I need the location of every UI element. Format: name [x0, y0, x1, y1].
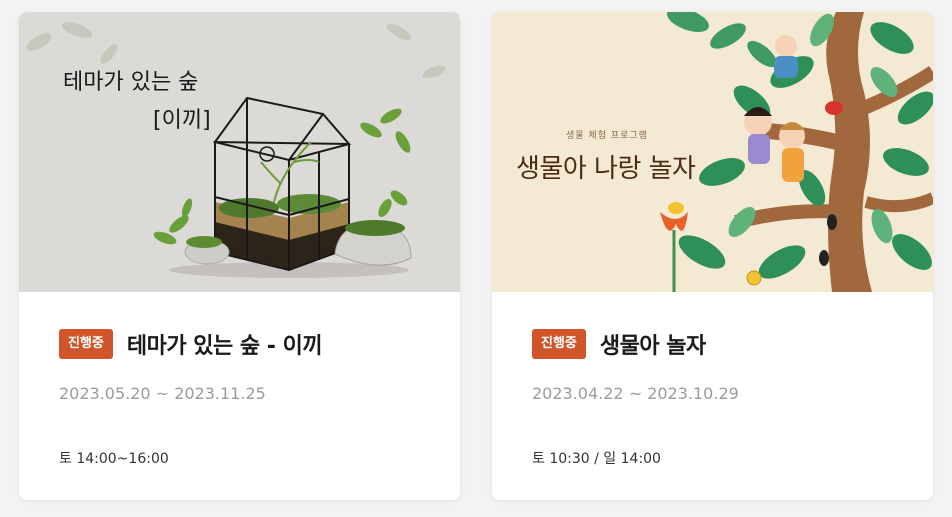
card-title[interactable]: 생물아 놀자: [600, 328, 706, 360]
program-card-moss[interactable]: 테마가 있는 숲 [이끼] 진행중 테마가 있는 숲 - 이끼 2023.05.…: [19, 12, 460, 500]
program-card-creatures[interactable]: 생물 체험 프로그램 생물아 나랑 놀자 진행중 생물아 놀자 2023.04.…: [492, 12, 933, 500]
card-title-row: 진행중 테마가 있는 숲 - 이끼: [59, 328, 323, 360]
schedule-time: 토 10:30 / 일 14:00: [532, 451, 661, 467]
status-badge: 진행중: [59, 329, 113, 359]
date-range: 2023.05.20 ~ 2023.11.25: [59, 384, 266, 403]
schedule-time: 토 14:00~16:00: [59, 451, 169, 467]
terrarium-illustration: [26, 22, 446, 278]
thumbnail-title-line1: 테마가 있는 숲: [63, 70, 199, 95]
thumbnail-subtitle: 생물 체험 프로그램: [566, 131, 648, 141]
card-title[interactable]: 테마가 있는 숲 - 이끼: [127, 328, 323, 360]
status-badge: 진행중: [532, 329, 586, 359]
program-thumbnail-creatures[interactable]: 생물 체험 프로그램 생물아 나랑 놀자: [492, 12, 933, 292]
card-title-row: 진행중 생물아 놀자: [532, 328, 706, 360]
program-thumbnail-moss[interactable]: 테마가 있는 숲 [이끼]: [19, 12, 460, 292]
date-range: 2023.04.22 ~ 2023.10.29: [532, 384, 739, 403]
thumbnail-title: 생물아 나랑 놀자: [516, 154, 696, 184]
thumbnail-title-line2: [이끼]: [153, 108, 211, 133]
